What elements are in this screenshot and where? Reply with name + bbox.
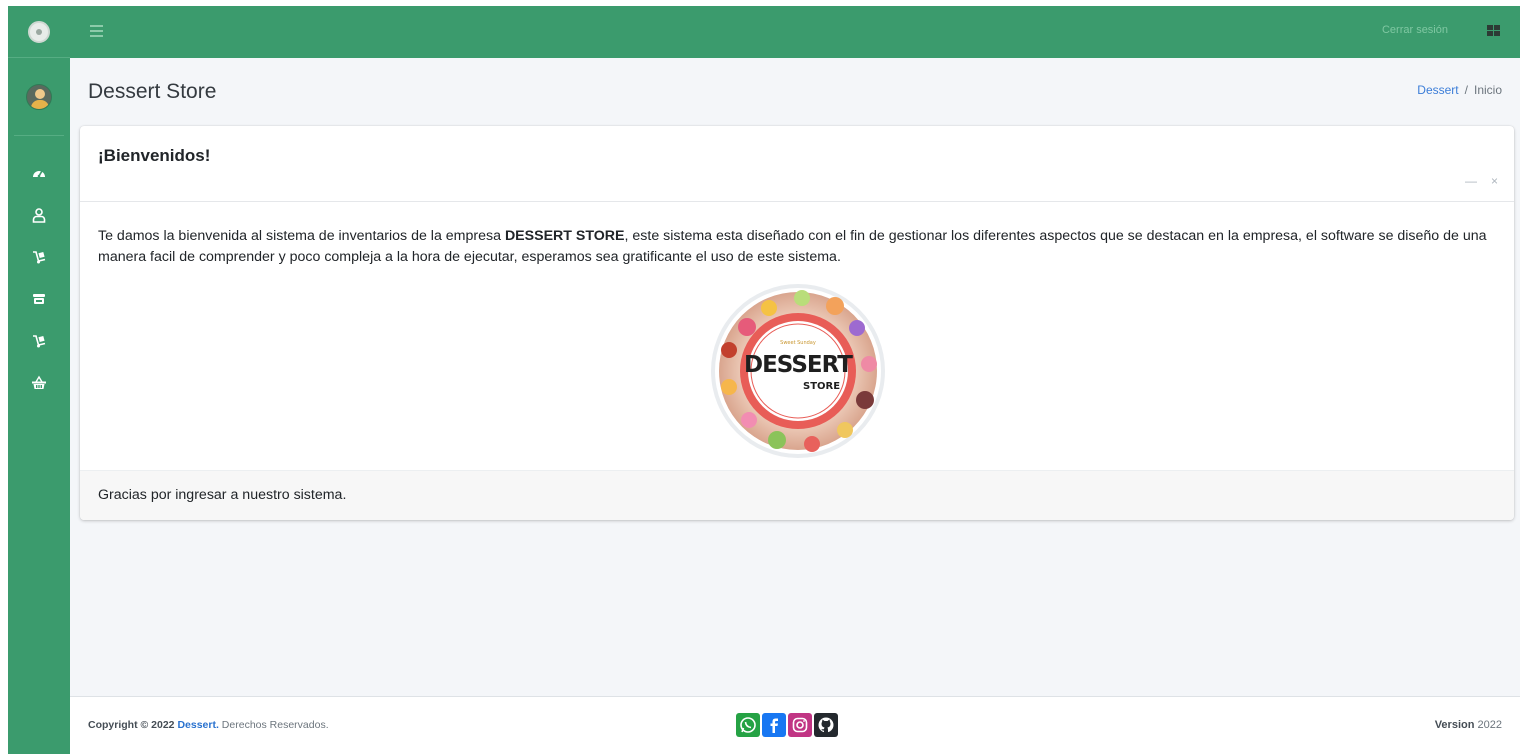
social-links	[736, 713, 838, 737]
card-header: ¡Bienvenidos! — ×	[80, 126, 1514, 202]
user-panel	[14, 58, 64, 136]
github-icon[interactable]	[814, 713, 838, 737]
card-tools: — ×	[1465, 174, 1498, 188]
tachometer-icon	[33, 170, 45, 178]
sidebar-item-sales[interactable]	[8, 362, 70, 404]
brand-area[interactable]	[8, 6, 70, 58]
copyright-text: Copyright © 2022 Dessert. Derechos Reser…	[88, 719, 329, 731]
card-title: ¡Bienvenidos!	[98, 146, 211, 165]
sidebar-item-users[interactable]	[8, 194, 70, 236]
breadcrumb: Dessert / Inicio	[1417, 83, 1502, 97]
sidebar-item-dashboard[interactable]	[8, 152, 70, 194]
card-footer-text: Gracias por ingresar a nuestro sistema.	[98, 487, 347, 503]
welcome-card: ¡Bienvenidos! — × Te damos la bienvenida…	[80, 126, 1514, 520]
menu-toggle-icon[interactable]	[90, 25, 103, 37]
content-header: Dessert Store Dessert / Inicio	[70, 58, 1520, 124]
welcome-text: Te damos la bienvenida al sistema de inv…	[98, 228, 1487, 265]
whatsapp-icon[interactable]	[736, 713, 760, 737]
facebook-icon[interactable]	[762, 713, 786, 737]
footer-brand-link[interactable]: Dessert.	[177, 719, 218, 731]
sidebar-nav	[8, 136, 70, 404]
app-frame: Cerrar sesión Dessert Store Dessert / Inic…	[8, 6, 1520, 754]
sidebar	[8, 6, 70, 754]
logo-title: DESSERT	[744, 352, 853, 378]
company-name: DESSERT STORE	[504, 228, 625, 244]
basket-icon	[32, 375, 46, 389]
avatar[interactable]	[26, 83, 52, 110]
breadcrumb-separator: /	[1464, 83, 1468, 97]
sidebar-item-inventory-in[interactable]	[8, 236, 70, 278]
store-icon	[33, 294, 45, 304]
logo-subtitle: STORE	[803, 381, 841, 392]
dessert-store-logo: Sweet Sunday DESSERT STORE	[707, 282, 889, 460]
version-text: Version 2022	[1434, 719, 1502, 731]
brand-logo[interactable]	[28, 20, 50, 43]
apps-grid-icon[interactable]	[1487, 25, 1500, 37]
breadcrumb-current: Inicio	[1473, 83, 1502, 97]
page-title: Dessert Store	[88, 80, 217, 103]
collapse-icon[interactable]: —	[1465, 174, 1477, 188]
dolly-icon	[33, 335, 46, 348]
user-icon	[32, 208, 46, 223]
logo-small-text: Sweet Sunday	[780, 340, 816, 346]
logout-link[interactable]: Cerrar sesión	[1382, 24, 1448, 36]
card-footer: Gracias por ingresar a nuestro sistema.	[80, 470, 1514, 520]
instagram-icon[interactable]	[788, 713, 812, 737]
top-navbar: Cerrar sesión	[70, 6, 1520, 58]
breadcrumb-home-link[interactable]: Dessert	[1417, 83, 1458, 97]
sidebar-item-store[interactable]	[8, 278, 70, 320]
sidebar-item-inventory-out[interactable]	[8, 320, 70, 362]
dolly-icon	[33, 251, 46, 264]
card-body: Te damos la bienvenida al sistema de inv…	[80, 202, 1514, 472]
close-icon[interactable]: ×	[1491, 174, 1498, 188]
main-footer: Copyright © 2022 Dessert. Derechos Reser…	[70, 696, 1520, 754]
